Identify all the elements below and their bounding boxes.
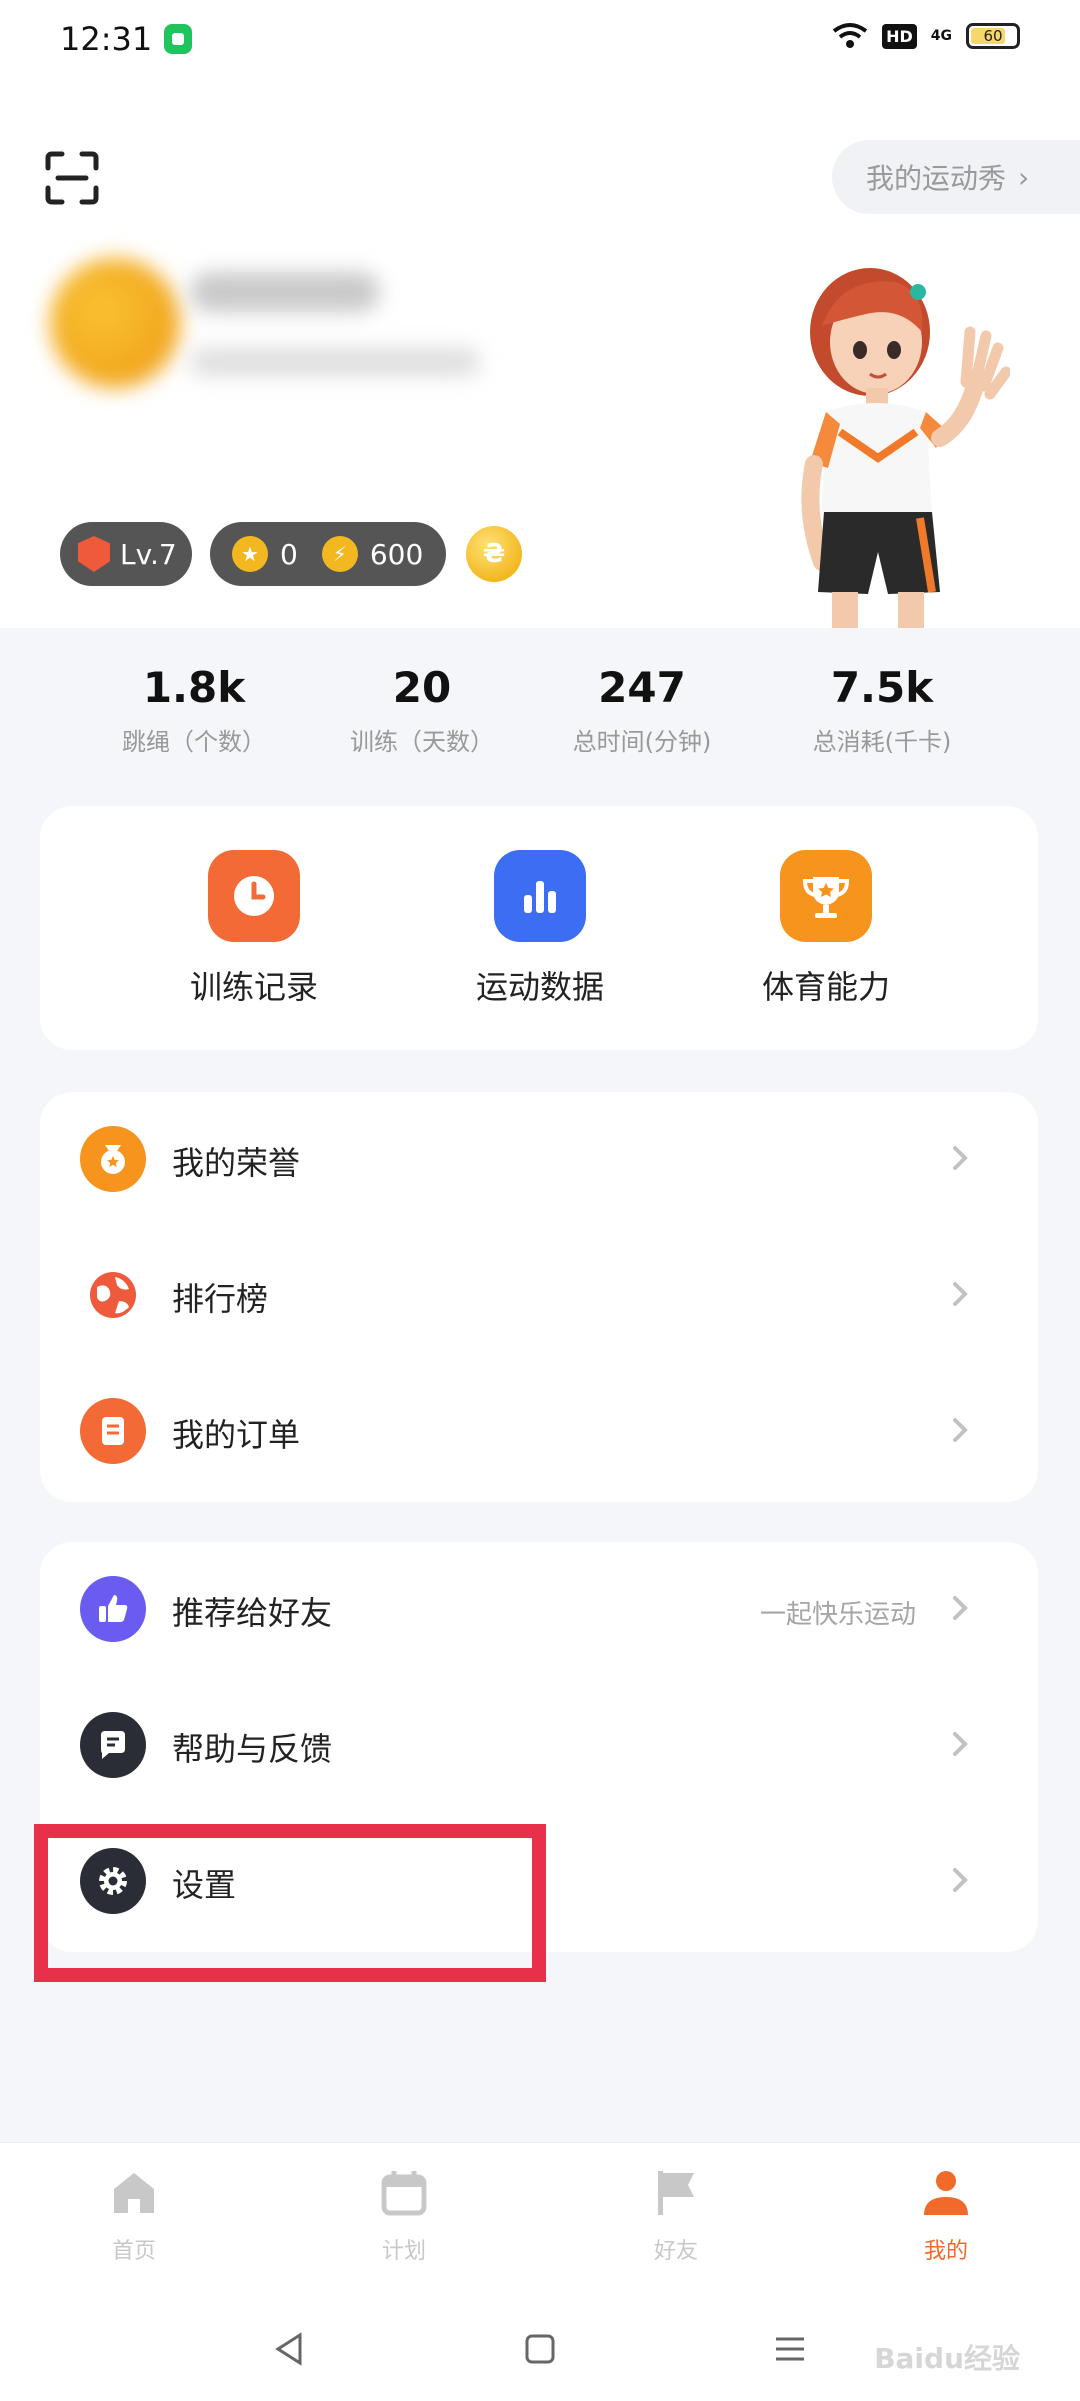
menu-item-my-honors[interactable]: 我的荣誉	[40, 1092, 1038, 1228]
mascot-character-image	[801, 268, 1010, 628]
gold-coin-icon[interactable]: ₴	[466, 526, 522, 582]
avatar[interactable]	[50, 258, 180, 388]
medal-icon	[80, 1126, 146, 1192]
sports-show-label: 我的运动秀	[866, 162, 1007, 195]
menu-item-recommend-friends[interactable]: 推荐给好友 一起快乐运动	[40, 1542, 1038, 1678]
bar-chart-icon	[494, 850, 586, 942]
level-text: Lv.7	[120, 537, 177, 571]
menu-item-label: 我的订单	[172, 1416, 301, 1454]
level-badge[interactable]: Lv.7	[60, 522, 192, 586]
stat-label: 总时间(分钟)	[572, 728, 712, 756]
menu-item-label: 推荐给好友	[172, 1594, 333, 1632]
quick-action-label: 运动数据	[475, 968, 604, 1006]
status-bar: 12:31 HD 4G 60	[0, 0, 1080, 80]
menu-item-leaderboard[interactable]: 排行榜	[40, 1228, 1038, 1364]
home-square-icon[interactable]	[522, 2331, 558, 2367]
chevron-right-icon	[953, 1868, 968, 1892]
nav-label: 好友	[653, 2239, 698, 2264]
menu-item-label: 排行榜	[172, 1280, 269, 1318]
level-shield-icon	[78, 536, 110, 572]
nav-label: 首页	[111, 2239, 156, 2264]
chevron-right-icon: ›	[1018, 160, 1030, 194]
star-coin-count: 0	[280, 537, 298, 571]
chevron-right-icon	[953, 1732, 968, 1756]
quick-action-sports-ability[interactable]: 体育能力	[726, 850, 926, 1008]
menu-lines-icon[interactable]	[772, 2331, 808, 2367]
nav-tab-home[interactable]: 首页	[64, 2167, 204, 2265]
battery-level: 60	[983, 27, 1003, 45]
order-icon	[80, 1398, 146, 1464]
quick-action-training-records[interactable]: 训练记录	[154, 850, 354, 1008]
stat-label: 跳绳（个数）	[122, 728, 266, 756]
stat-jump-count[interactable]: 1.8k 跳绳（个数）	[64, 660, 324, 757]
clock-icon	[208, 850, 300, 942]
app-notification-icon	[164, 24, 192, 54]
quick-action-label: 体育能力	[761, 968, 890, 1006]
menu-item-label: 帮助与反馈	[172, 1730, 333, 1768]
watermark: Baidu经验	[874, 2342, 1020, 2375]
chevron-right-icon	[953, 1596, 968, 1620]
chat-icon	[80, 1712, 146, 1778]
my-sports-show-button[interactable]: 我的运动秀 ›	[832, 140, 1080, 214]
energy-icon: ⚡	[321, 536, 358, 572]
menu-item-label: 我的荣誉	[172, 1144, 301, 1182]
home-icon	[114, 2173, 154, 2213]
hd-icon: HD	[882, 23, 917, 49]
stat-value: 247	[598, 663, 686, 712]
stats-summary: 1.8k 跳绳（个数） 20 训练（天数） 247 总时间(分钟) 7.5k 总…	[0, 660, 1080, 770]
settings-highlight-box	[34, 1824, 546, 1982]
user-id-blurred	[190, 348, 480, 376]
menu-item-subtitle: 一起快乐运动	[759, 1600, 916, 1630]
gold-coin-glyph: ₴	[482, 539, 506, 569]
back-triangle-icon[interactable]	[272, 2331, 308, 2367]
stat-total-time[interactable]: 247 总时间(分钟)	[512, 660, 772, 757]
stat-total-calories[interactable]: 7.5k 总消耗(千卡)	[752, 660, 1012, 757]
currency-pill[interactable]: ★ 0 ⚡ 600	[210, 522, 446, 586]
status-time: 12:31	[60, 20, 153, 58]
menu-item-my-orders[interactable]: 我的订单	[40, 1364, 1038, 1500]
calendar-icon	[381, 2171, 427, 2216]
menu-group-1: 我的荣誉 排行榜 我的订单	[40, 1092, 1038, 1502]
bottom-navigation: 首页 计划 好友 我的 Baidu经验	[0, 2142, 1080, 2401]
star-coin-icon: ★	[232, 536, 268, 572]
quick-action-label: 训练记录	[189, 968, 318, 1006]
trophy-icon	[780, 850, 872, 942]
nav-label: 计划	[381, 2239, 426, 2264]
nav-tab-plan[interactable]: 计划	[334, 2167, 474, 2265]
chevron-right-icon	[953, 1418, 968, 1442]
thumbs-up-icon	[80, 1576, 146, 1642]
stat-value: 7.5k	[830, 663, 934, 712]
wifi-icon	[832, 23, 868, 48]
chevron-right-icon	[953, 1282, 968, 1306]
chevron-right-icon	[953, 1146, 968, 1170]
energy-count: 600	[369, 537, 424, 571]
globe-icon	[80, 1262, 146, 1328]
signal-icon: 4G	[930, 28, 952, 44]
stat-value: 1.8k	[142, 663, 246, 712]
quick-actions-card: 训练记录 运动数据 体育能力	[40, 806, 1038, 1050]
quick-action-sports-data[interactable]: 运动数据	[440, 850, 640, 1008]
scan-icon[interactable]	[44, 150, 100, 206]
menu-item-help-feedback[interactable]: 帮助与反馈	[40, 1678, 1038, 1814]
nav-tab-mine[interactable]: 我的	[876, 2167, 1016, 2265]
battery-icon: 60	[966, 23, 1020, 49]
flag-icon	[658, 2171, 694, 2215]
nav-label: 我的	[923, 2239, 968, 2264]
person-icon	[924, 2171, 968, 2215]
status-indicators: HD 4G 60	[832, 22, 1020, 50]
nav-tab-friends[interactable]: 好友	[606, 2167, 746, 2265]
stat-label: 总消耗(千卡)	[812, 728, 952, 756]
username-blurred	[190, 272, 380, 312]
